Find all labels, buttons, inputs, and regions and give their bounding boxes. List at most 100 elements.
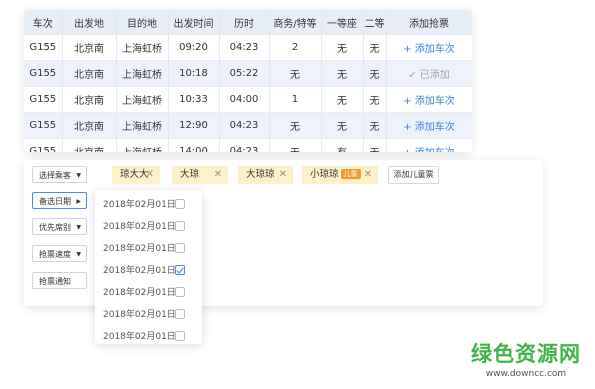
close-icon[interactable]: ✕: [214, 166, 222, 184]
header-depart: 出发时间: [168, 10, 220, 35]
header-first-class: 一等座: [321, 10, 364, 35]
table-row: G155 北京南 上海虹桥 12:90 04:23 无无无 + 添加车次: [24, 112, 472, 139]
second-class-seat: 无: [363, 86, 387, 113]
arrival-station: 上海虹桥: [116, 112, 169, 139]
table-row: G155北京南上海虹桥14:0004:23无有无+ 添加车次: [24, 138, 472, 152]
date-option-label: 2018年02月01日: [103, 288, 176, 298]
date-option[interactable]: 2018年02月01日: [103, 216, 195, 238]
duration: 04:00: [219, 86, 270, 113]
child-badge: 儿童: [340, 169, 361, 179]
close-icon[interactable]: ✕: [279, 166, 287, 184]
second-class-seat: 无: [363, 34, 387, 61]
table-row: G155 北京南 上海虹桥 10:33 04:00 1 无无 + 添加车次: [24, 86, 472, 113]
departure-time: 10:18: [168, 60, 220, 87]
date-checkbox[interactable]: [175, 287, 185, 297]
date-option[interactable]: 2018年02月01日: [103, 238, 195, 260]
departure-time: 12:90: [168, 112, 220, 139]
select-passenger[interactable]: 选择乘客 ▼: [32, 166, 87, 183]
table-row: G155 北京南 上海虹桥 10:18 05:22 无无无 ✓ 已添加: [24, 60, 472, 87]
duration: 05:22: [219, 60, 270, 87]
passenger-name: 小琼琼: [310, 169, 339, 180]
header-add-booking: 添加抢票: [385, 10, 472, 35]
watermark: 绿色资源网 www.downcc.com: [471, 338, 581, 379]
booking-action-cell: + 添加车次: [385, 34, 472, 61]
date-checkbox[interactable]: [175, 309, 185, 319]
caret-down-icon: ▼: [76, 251, 81, 258]
business-seat: 无: [269, 60, 322, 87]
add-child-ticket-button[interactable]: 添加儿童票: [388, 166, 439, 184]
select-alternate-date[interactable]: 备选日期 ▶: [32, 192, 87, 209]
header-to: 目的地: [116, 10, 169, 35]
caret-down-icon: ▼: [76, 224, 81, 231]
header-train: 车次: [24, 10, 63, 35]
select-seat-class[interactable]: 优先席别 ▼: [32, 218, 87, 235]
train-number: G155: [24, 138, 63, 152]
first-class-seat: 无: [321, 86, 364, 113]
date-option-label: 2018年02月01日: [103, 310, 176, 320]
booking-action-cell: + 添加车次: [385, 112, 472, 139]
date-checkbox[interactable]: [175, 265, 185, 275]
date-option[interactable]: 2018年02月01日: [103, 304, 195, 326]
date-checkbox[interactable]: [175, 331, 185, 341]
arrival-station: 上海虹桥: [116, 60, 169, 87]
departure-station: 北京南: [62, 34, 117, 61]
duration: 04:23: [219, 138, 270, 152]
arrival-station: 上海虹桥: [116, 138, 169, 152]
train-number: G155: [24, 34, 63, 61]
select-grab-speed-label: 抢票速度: [39, 250, 71, 259]
passenger-chip: 大琼 ✕: [172, 166, 228, 184]
passenger-chip: 大琼琼 ✕: [238, 166, 293, 184]
train-number: G155: [24, 112, 63, 139]
add-train-button[interactable]: + 添加车次: [403, 44, 455, 55]
departure-station: 北京南: [62, 112, 117, 139]
select-notification[interactable]: 抢票通知: [32, 272, 87, 289]
business-seat: 1: [269, 86, 322, 113]
booking-action-cell: + 添加车次: [385, 86, 472, 113]
second-class-seat: 无: [363, 112, 387, 139]
train-list-panel: 车次 出发地 目的地 出发时间 历时 商务/特等 一等座 二等 添加抢票 G15…: [24, 10, 472, 152]
select-grab-speed[interactable]: 抢票速度 ▼: [32, 245, 87, 262]
add-train-button[interactable]: + 添加车次: [403, 96, 455, 107]
date-option-label: 2018年02月01日: [103, 200, 176, 210]
first-class-seat: 有: [321, 138, 364, 152]
passenger-chip: 琼大大 ✕: [112, 166, 160, 184]
watermark-url: www.downcc.com: [485, 369, 567, 379]
departure-time: 10:33: [168, 86, 220, 113]
booking-action-cell: ✓ 已添加: [385, 60, 472, 87]
table-header-row: 车次 出发地 目的地 出发时间 历时 商务/特等 一等座 二等 添加抢票: [24, 10, 472, 35]
passenger-name: 大琼: [180, 169, 200, 180]
second-class-seat: 无: [363, 60, 387, 87]
date-checkbox[interactable]: [175, 199, 185, 209]
business-seat: 无: [269, 112, 322, 139]
date-option[interactable]: 2018年02月01日: [103, 194, 195, 216]
header-business: 商务/特等: [269, 10, 322, 35]
second-class-seat: 无: [363, 138, 387, 152]
arrival-station: 上海虹桥: [116, 86, 169, 113]
date-option-label: 2018年02月01日: [103, 266, 176, 276]
train-number: G155: [24, 60, 63, 87]
date-option[interactable]: 2018年02月01日: [103, 260, 195, 282]
train-number: G155: [24, 86, 63, 113]
date-option[interactable]: 2018年02月01日: [103, 326, 195, 348]
date-option-label: 2018年02月01日: [103, 244, 176, 254]
passenger-name: 大琼琼: [246, 169, 275, 180]
close-icon[interactable]: ✕: [364, 166, 372, 184]
departure-time: 09:20: [168, 34, 220, 61]
add-train-button[interactable]: + 添加车次: [403, 122, 455, 133]
date-option[interactable]: 2018年02月01日: [103, 282, 195, 304]
caret-right-icon: ▶: [76, 198, 81, 205]
added-status: ✓ 已添加: [408, 70, 450, 81]
header-from: 出发地: [62, 10, 117, 35]
date-checkbox[interactable]: [175, 243, 185, 253]
alternate-date-dropdown: 2018年02月01日 2018年02月01日 2018年02月01日 2018年02…: [95, 190, 202, 344]
arrival-station: 上海虹桥: [116, 34, 169, 61]
date-option-label: 2018年02月01日: [103, 222, 176, 232]
select-passenger-label: 选择乘客: [39, 171, 71, 180]
first-class-seat: 无: [321, 34, 364, 61]
select-alternate-date-label: 备选日期: [39, 197, 71, 206]
add-train-button[interactable]: + 添加车次: [403, 148, 455, 152]
date-checkbox[interactable]: [175, 221, 185, 231]
close-icon[interactable]: ✕: [146, 166, 154, 184]
duration: 04:23: [219, 112, 270, 139]
departure-time: 14:00: [168, 138, 220, 152]
